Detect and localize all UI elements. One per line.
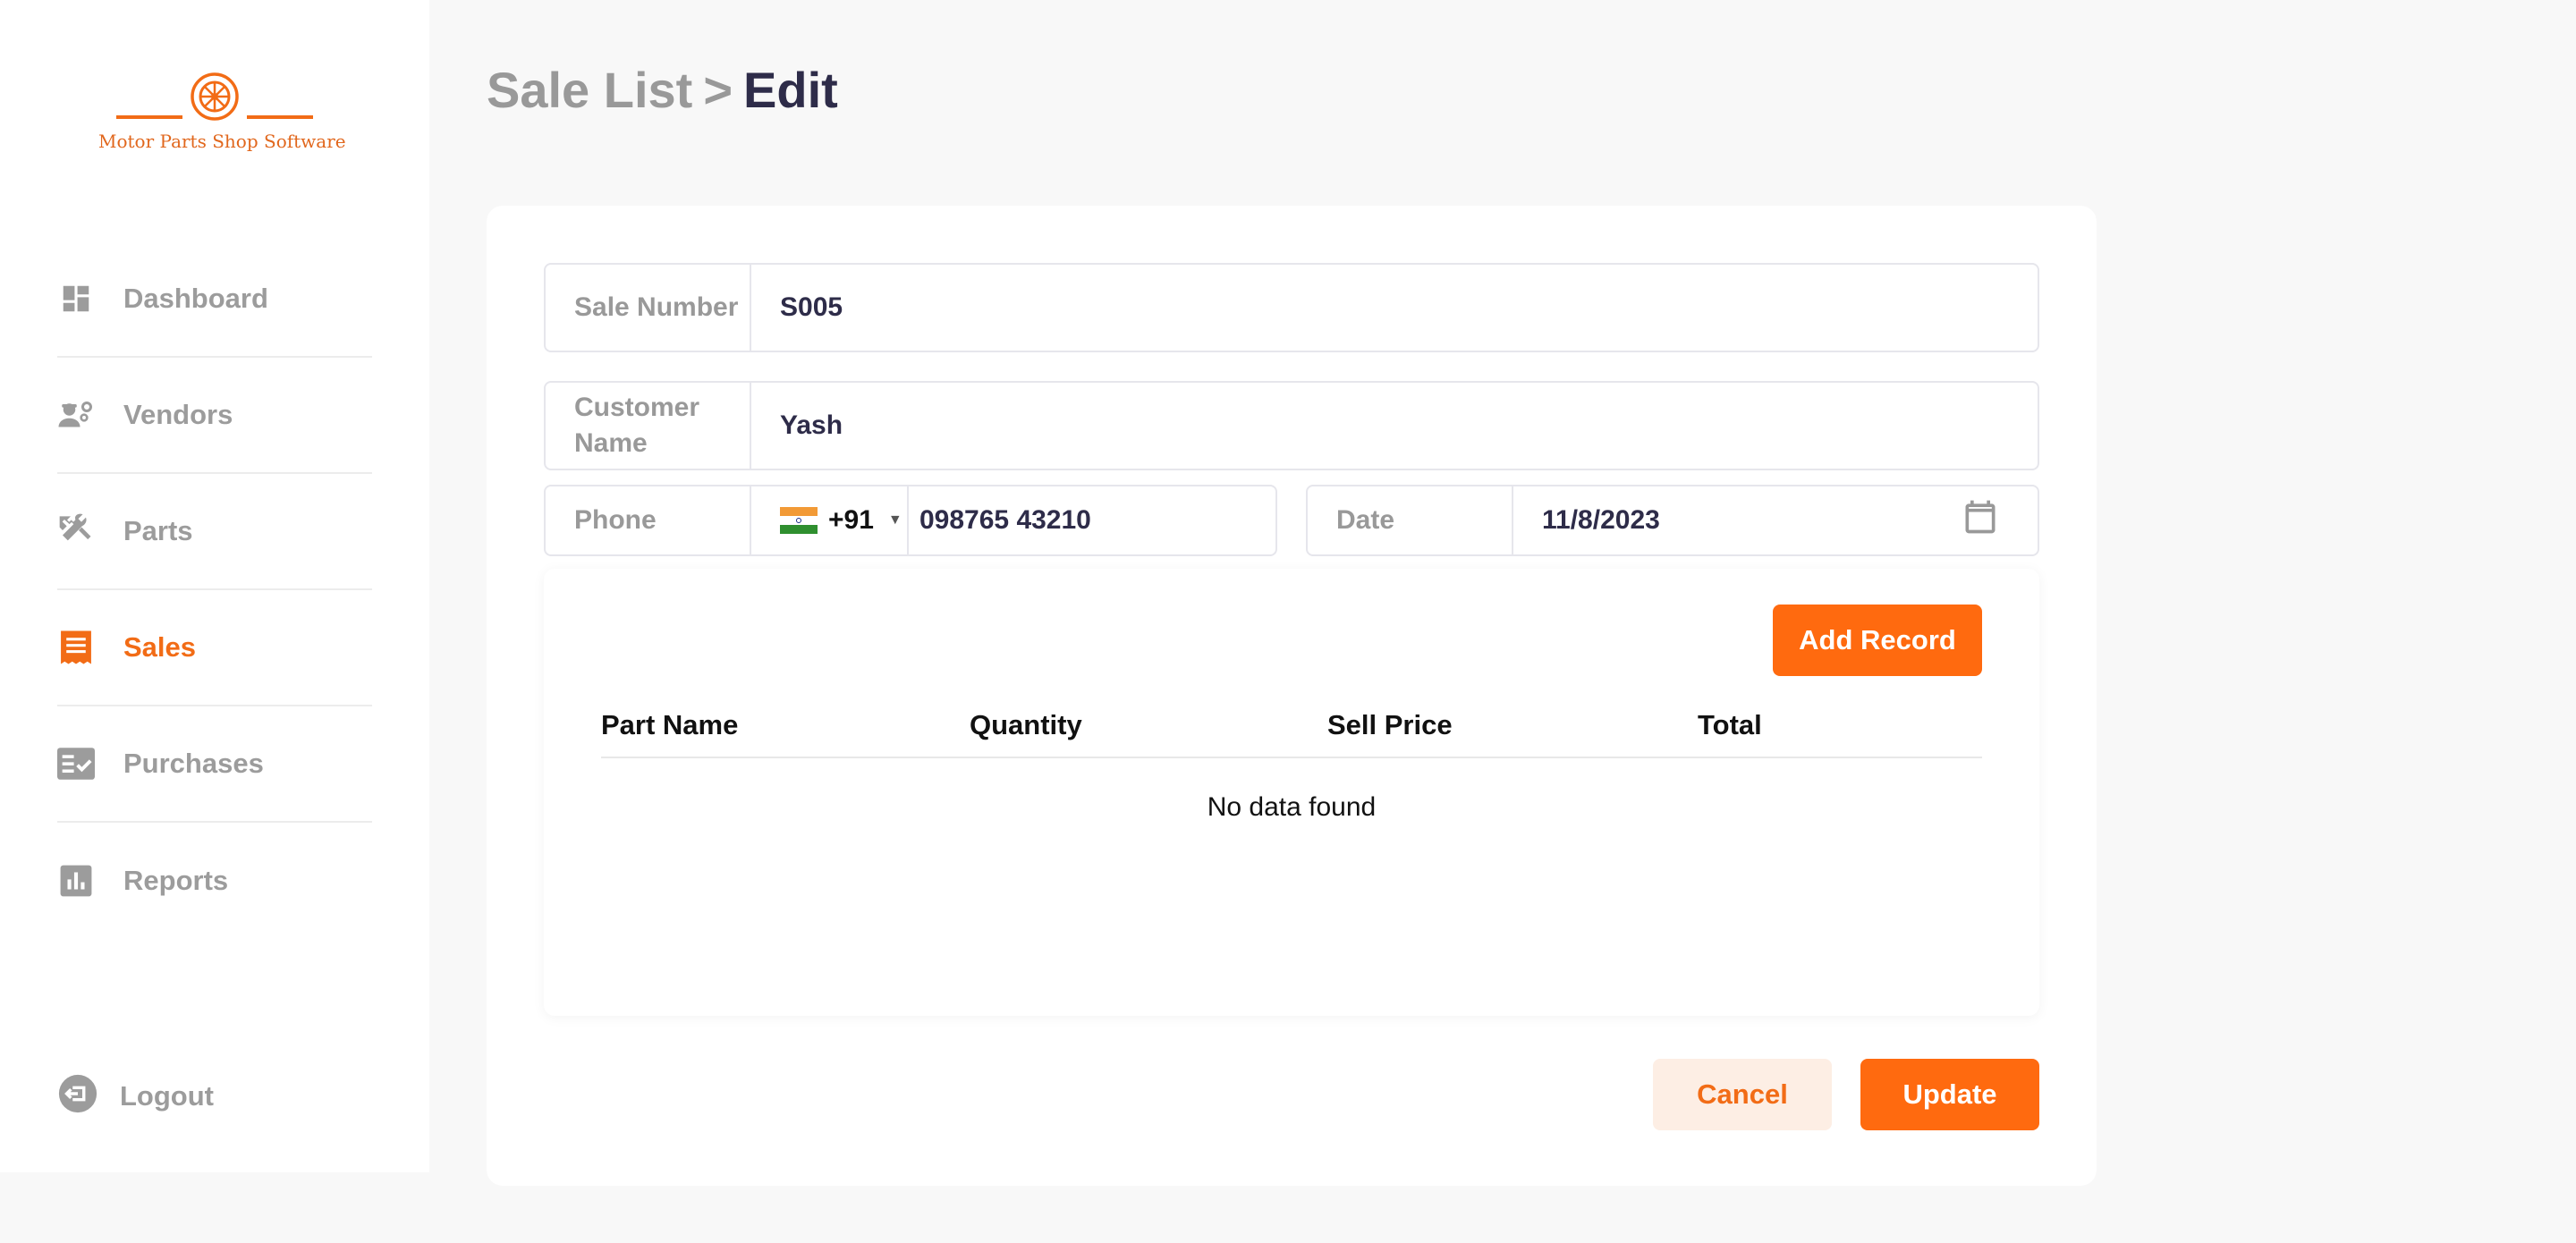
bar-chart-icon (57, 862, 95, 900)
date-input[interactable]: 11/8/2023 (1513, 486, 2038, 554)
receipt-icon (57, 629, 95, 666)
cancel-button[interactable]: Cancel (1653, 1059, 1832, 1130)
sidebar-item-label: Vendors (123, 399, 233, 430)
phone-label: Phone (546, 486, 751, 554)
column-header-quantity: Quantity (970, 709, 1082, 740)
india-flag-icon (780, 507, 818, 534)
sale-number-label: Sale Number (546, 265, 751, 351)
caret-down-icon: ▼ (887, 512, 902, 528)
calendar-icon[interactable] (1961, 497, 2000, 544)
phone-field: Phone +91 ▼ 098765 43210 (544, 485, 1277, 556)
date-label: Date (1308, 486, 1513, 554)
sidebar-item-dashboard[interactable]: Dashboard (57, 241, 372, 358)
column-header-sell-price: Sell Price (1327, 709, 1453, 740)
edit-sale-card: Sale Number S005 Customer Name Yash Phon… (487, 206, 2097, 1186)
tools-icon (57, 512, 95, 550)
sidebar-item-reports[interactable]: Reports (57, 823, 372, 939)
records-table-header: Part Name Quantity Sell Price Total (601, 694, 1982, 758)
customer-name-label: Customer Name (546, 383, 751, 469)
dashboard-icon (57, 280, 95, 317)
wheel-icon (191, 72, 239, 121)
breadcrumb-sale-list-link[interactable]: Sale List (487, 62, 692, 118)
logo-mark (98, 70, 331, 125)
breadcrumb-separator: > (703, 62, 733, 118)
sidebar-item-vendors[interactable]: Vendors (57, 358, 372, 474)
sale-number-field: Sale Number S005 (544, 263, 2039, 352)
sidebar-item-label: Sales (123, 631, 197, 663)
column-header-part-name: Part Name (601, 709, 739, 740)
page-title: Edit (743, 62, 838, 118)
sale-number-input[interactable]: S005 (751, 265, 2038, 351)
sidebar-item-sales[interactable]: Sales (57, 590, 372, 706)
sidebar: Motor Parts Shop Software Dashboard Vend… (0, 0, 429, 1172)
country-code-value: +91 (828, 505, 874, 535)
breadcrumb: Sale List > Edit (487, 61, 838, 119)
sale-records-panel: Add Record Part Name Quantity Sell Price… (544, 569, 2039, 1016)
app-logo[interactable]: Motor Parts Shop Software (98, 70, 346, 159)
country-code-select[interactable]: +91 ▼ (751, 486, 909, 554)
column-header-total: Total (1698, 709, 1762, 740)
logout-icon (57, 1073, 98, 1119)
update-button[interactable]: Update (1860, 1059, 2039, 1130)
sidebar-item-label: Purchases (123, 748, 264, 779)
empty-state-message: No data found (1207, 792, 1377, 822)
sidebar-item-label: Parts (123, 515, 193, 546)
date-value: 11/8/2023 (1542, 505, 1660, 535)
sidebar-item-purchases[interactable]: Purchases (57, 706, 372, 823)
sidebar-nav: Dashboard Vendors Parts Sales Purchases … (57, 241, 372, 939)
vendors-icon (57, 396, 95, 434)
logout-button[interactable]: Logout (57, 1073, 214, 1119)
sidebar-item-parts[interactable]: Parts (57, 474, 372, 590)
phone-input[interactable]: 098765 43210 (909, 486, 1275, 554)
date-field: Date 11/8/2023 (1306, 485, 2039, 556)
logout-label: Logout (120, 1079, 215, 1112)
sidebar-item-label: Reports (123, 865, 229, 896)
checklist-icon (57, 745, 95, 782)
logo-text: Motor Parts Shop Software (98, 131, 346, 152)
add-record-button[interactable]: Add Record (1773, 605, 1982, 676)
customer-name-input[interactable]: Yash (751, 383, 2038, 469)
sidebar-item-label: Dashboard (123, 283, 268, 314)
customer-name-field: Customer Name Yash (544, 381, 2039, 470)
